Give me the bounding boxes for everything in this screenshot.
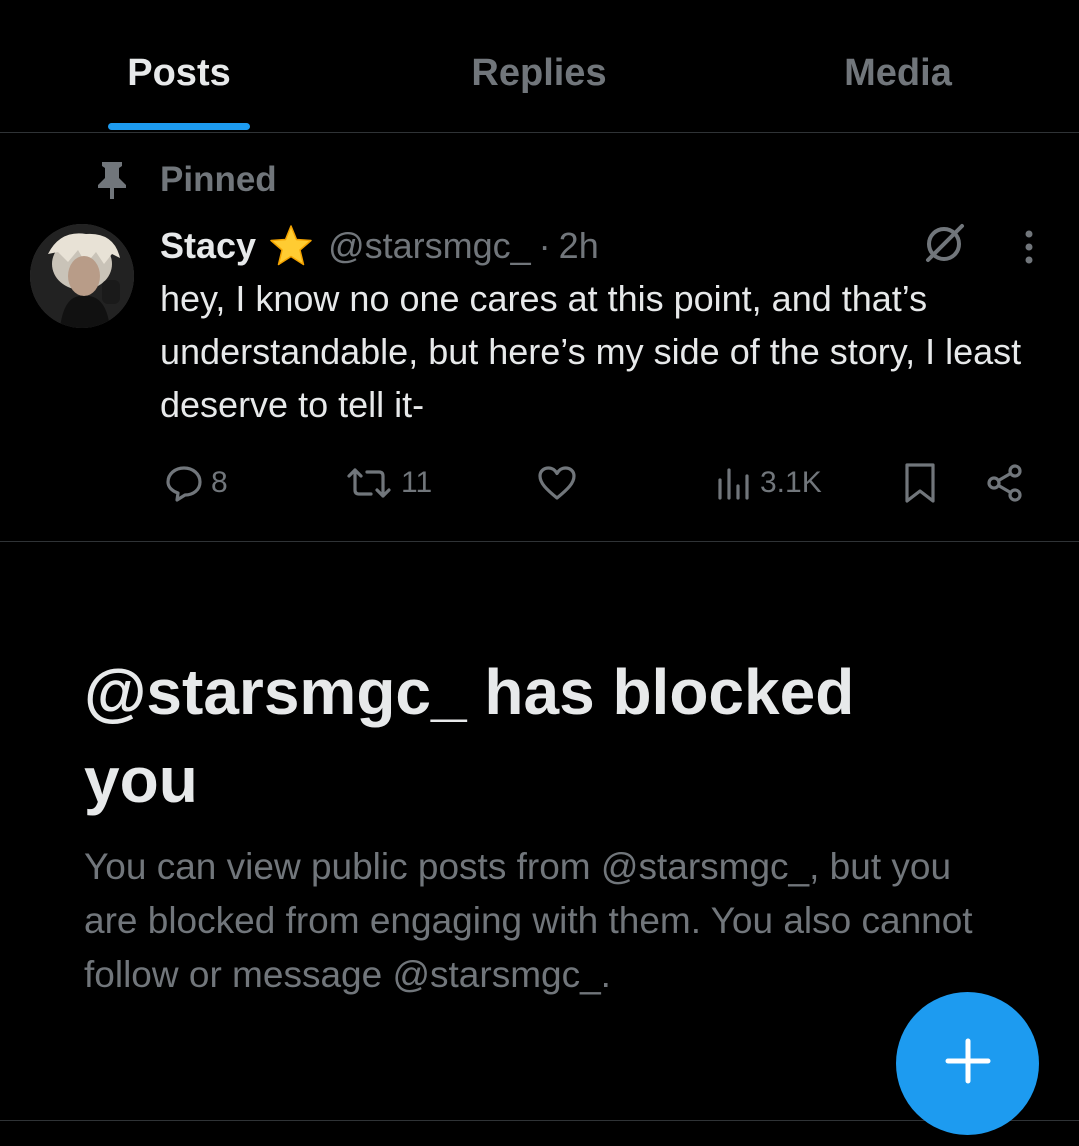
star-icon: [268, 223, 314, 269]
heart-icon: [536, 462, 578, 504]
bookmark-icon: [902, 461, 938, 505]
views-button[interactable]: 3.1K: [716, 458, 822, 508]
views-icon: [716, 462, 754, 504]
repost-button[interactable]: 11: [343, 458, 432, 508]
grok-icon[interactable]: [922, 220, 968, 266]
tab-replies[interactable]: Replies: [389, 52, 689, 95]
share-icon: [984, 462, 1026, 504]
separator-dot: ·: [538, 225, 551, 266]
reply-button[interactable]: 8: [163, 458, 228, 508]
reply-count: 8: [211, 466, 228, 499]
repost-icon: [343, 462, 395, 504]
share-button[interactable]: [984, 458, 1026, 508]
author-handle[interactable]: @starsmgc_: [328, 225, 531, 267]
post-time[interactable]: 2h: [559, 225, 599, 267]
reply-icon: [163, 462, 205, 504]
post-divider: [0, 541, 1079, 542]
blocked-title: @starsmgc_ has blocked you: [84, 656, 855, 816]
views-count: 3.1K: [760, 466, 822, 499]
tab-media[interactable]: Media: [748, 52, 1048, 95]
plus-icon: [944, 1037, 992, 1090]
author-name[interactable]: Stacy: [160, 225, 256, 267]
profile-tabs: Posts Replies Media: [0, 0, 1079, 133]
compose-button[interactable]: [896, 992, 1039, 1135]
pinned-indicator: Pinned: [94, 158, 277, 202]
avatar[interactable]: [30, 224, 134, 328]
post-text: hey, I know no one cares at this point, …: [160, 278, 1022, 425]
pinned-label: Pinned: [160, 160, 277, 199]
more-options-icon[interactable]: [1012, 226, 1046, 268]
repost-count: 11: [401, 466, 433, 499]
blocked-description: You can view public posts from @starsmgc…: [84, 846, 973, 995]
tab-posts[interactable]: Posts: [29, 52, 329, 95]
like-button[interactable]: [536, 458, 584, 508]
post-action-bar: 8 11 3.1K: [0, 458, 1079, 508]
bottom-divider: [0, 1120, 1079, 1121]
bookmark-button[interactable]: [902, 458, 938, 508]
post-header: Stacy @starsmgc_ · 2h: [160, 222, 599, 270]
pin-icon: [94, 160, 130, 200]
active-tab-indicator: [108, 123, 250, 130]
